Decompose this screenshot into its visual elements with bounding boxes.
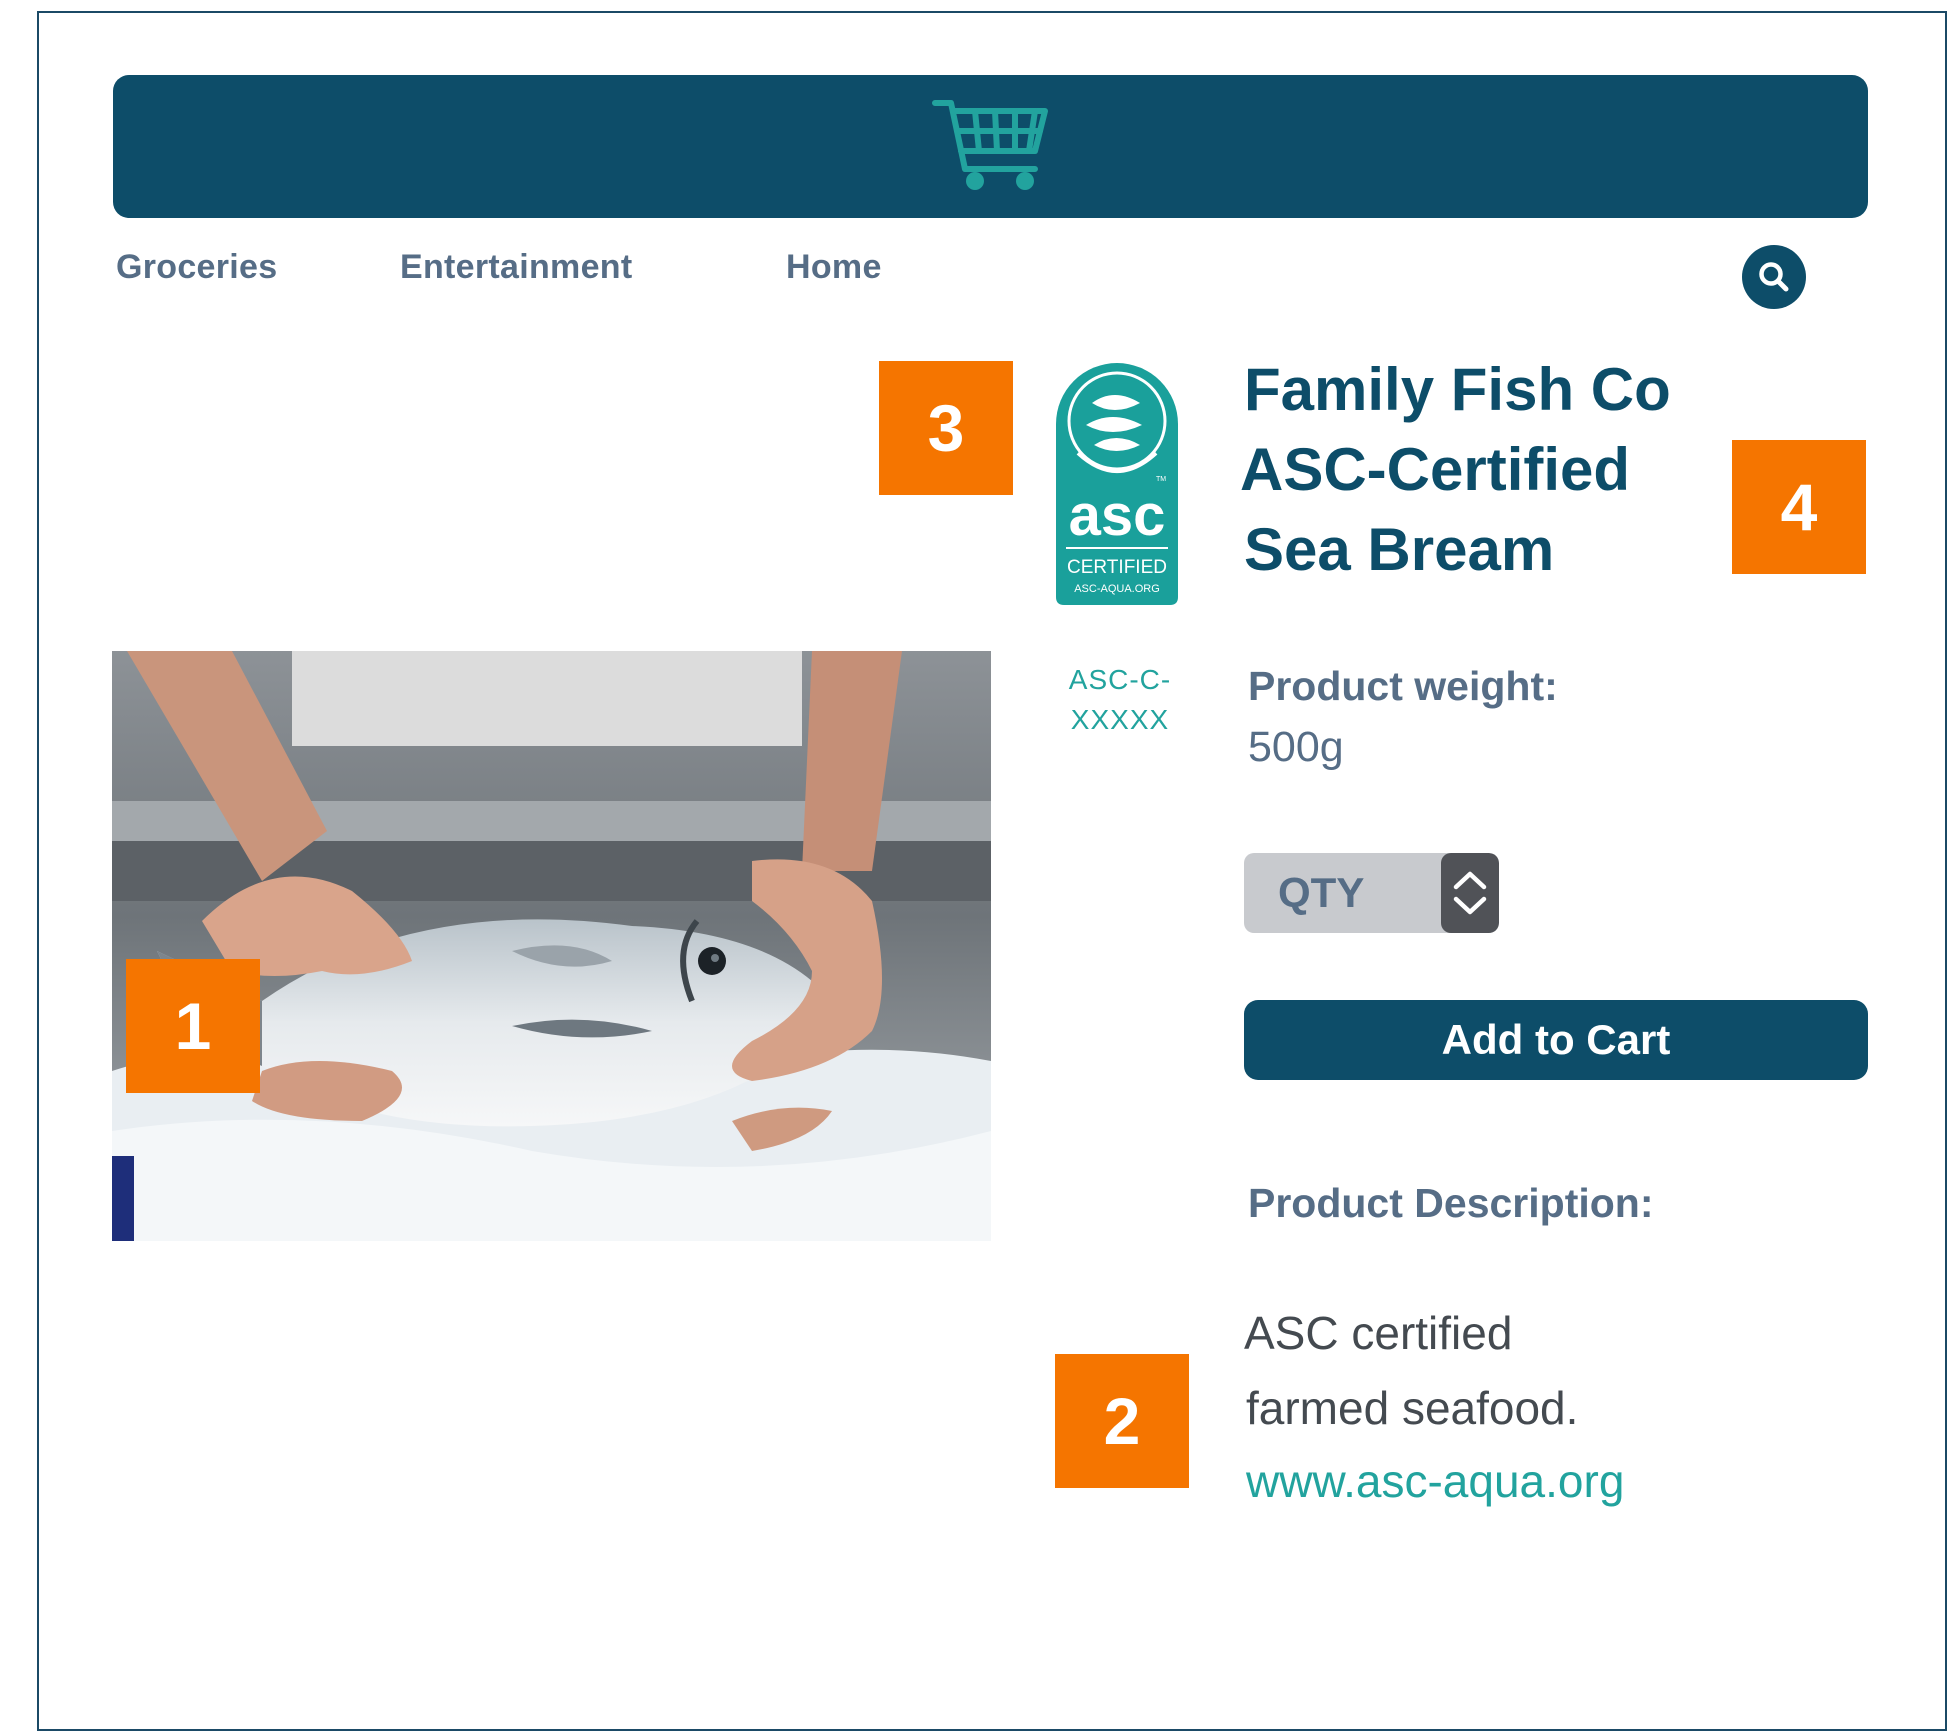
product-weight-value: 500g bbox=[1248, 723, 1344, 771]
product-description-label: Product Description: bbox=[1248, 1180, 1654, 1226]
nav-entertainment[interactable]: Entertainment bbox=[400, 248, 633, 287]
product-title-line2: ASC-Certified bbox=[1240, 436, 1631, 503]
nav-home[interactable]: Home bbox=[786, 248, 882, 287]
product-title-line1: Family Fish Co bbox=[1244, 356, 1671, 423]
cart-icon[interactable] bbox=[931, 95, 1051, 198]
qty-stepper-buttons[interactable] bbox=[1441, 853, 1499, 933]
asc-logo-text: asc bbox=[1069, 483, 1166, 548]
add-to-cart-button[interactable]: Add to Cart bbox=[1244, 1000, 1868, 1080]
search-button[interactable] bbox=[1742, 245, 1806, 309]
quantity-stepper[interactable]: QTY bbox=[1244, 853, 1499, 933]
marker-1: 1 bbox=[126, 959, 260, 1093]
product-title: Family Fish Co ASC-Certified Sea Bream bbox=[1240, 350, 1754, 590]
marker-3: 3 bbox=[879, 361, 1013, 495]
asc-logo-url: ASC-AQUA.ORG bbox=[1074, 583, 1160, 595]
chevron-down-icon[interactable] bbox=[1451, 893, 1489, 919]
chevron-up-icon[interactable] bbox=[1451, 867, 1489, 893]
asc-code-line1: ASC-C- bbox=[1068, 664, 1172, 695]
asc-website-link[interactable]: www.asc-aqua.org bbox=[1246, 1454, 1624, 1508]
header-banner bbox=[113, 75, 1868, 218]
product-description-line2: farmed seafood. bbox=[1246, 1382, 1579, 1434]
product-weight-label: Product weight: bbox=[1248, 663, 1558, 709]
product-title-line3: Sea Bream bbox=[1244, 516, 1555, 583]
asc-code-line2: XXXXX bbox=[1070, 704, 1170, 735]
asc-certificate-code: ASC-C- XXXXX bbox=[1040, 660, 1200, 740]
tm-mark: TM bbox=[1156, 476, 1166, 483]
nav-groceries[interactable]: Groceries bbox=[116, 248, 277, 287]
qty-label: QTY bbox=[1278, 869, 1365, 916]
search-icon bbox=[1759, 262, 1789, 292]
asc-logo-certified: CERTIFIED bbox=[1067, 557, 1167, 578]
marker-2: 2 bbox=[1055, 1354, 1189, 1488]
product-image bbox=[112, 651, 991, 1241]
asc-certified-logo: TM asc CERTIFIED ASC-AQUA.ORG bbox=[1056, 363, 1178, 605]
product-description-line1: ASC certified bbox=[1244, 1307, 1513, 1359]
